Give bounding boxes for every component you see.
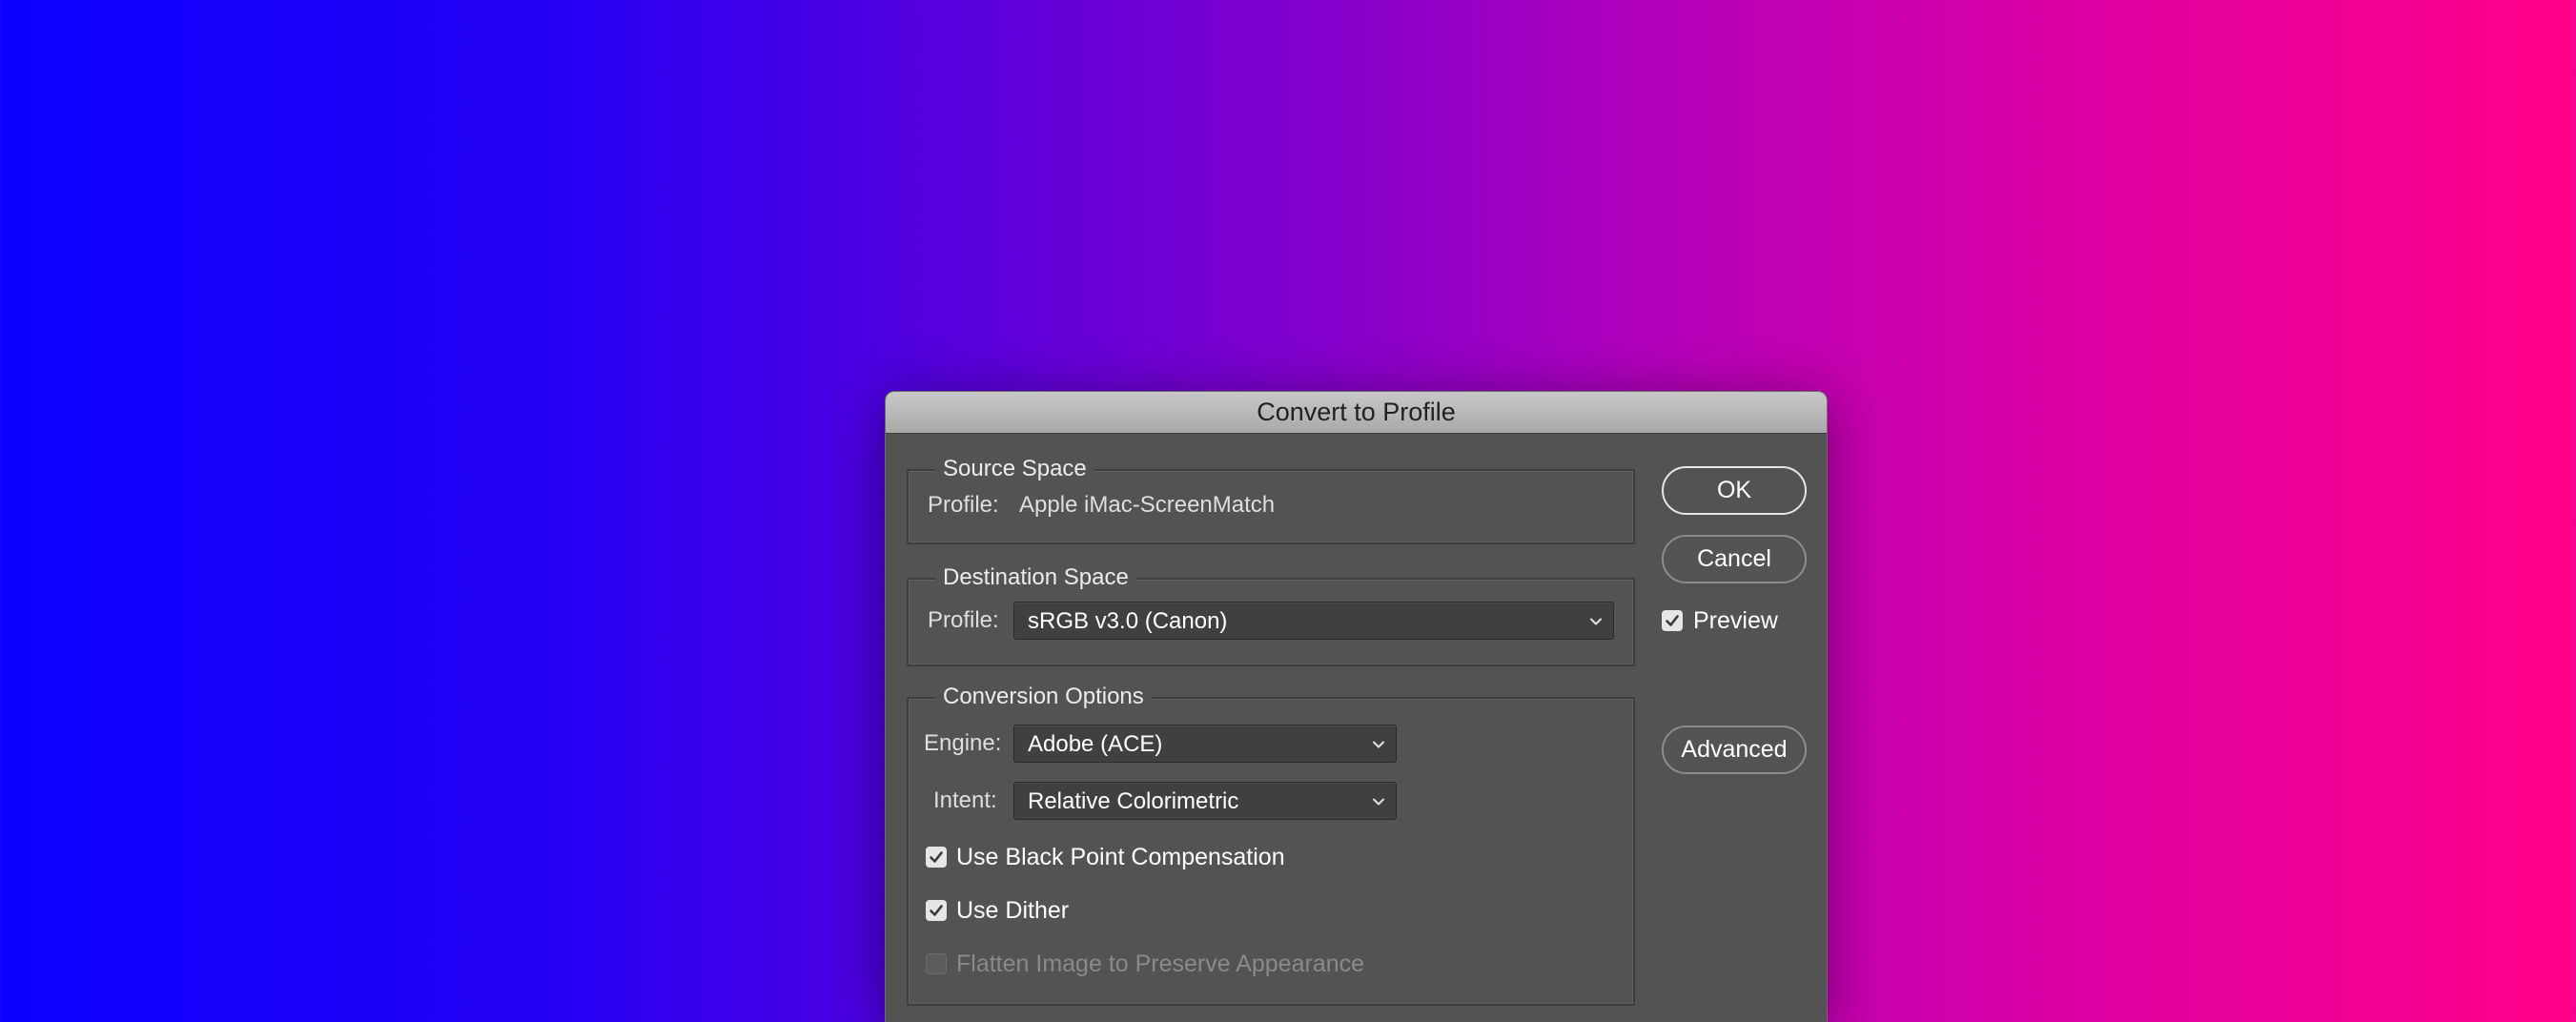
- dialog-title: Convert to Profile: [886, 392, 1827, 434]
- engine-selected: Adobe (ACE): [1028, 731, 1163, 757]
- cancel-button[interactable]: Cancel: [1662, 535, 1807, 583]
- dither-label[interactable]: Use Dither: [956, 894, 1069, 927]
- destination-profile-select[interactable]: sRGB v3.0 (Canon): [1013, 602, 1614, 640]
- engine-label: Engine:: [924, 730, 1002, 756]
- checkmark-icon: [930, 851, 943, 863]
- ok-button[interactable]: OK: [1662, 466, 1807, 515]
- black-point-checkbox[interactable]: [926, 847, 947, 868]
- destination-space-group: Destination Space Profile: sRGB v3.0 (Ca…: [907, 562, 1635, 666]
- source-profile-value: Apple iMac-ScreenMatch: [1019, 492, 1276, 518]
- destination-profile-selected: sRGB v3.0 (Canon): [1028, 608, 1228, 634]
- conversion-options-group: Conversion Options Engine: Adobe (ACE) I…: [907, 681, 1635, 1006]
- flatten-checkbox: [926, 953, 947, 974]
- intent-label: Intent:: [933, 787, 997, 813]
- flatten-label: Flatten Image to Preserve Appearance: [956, 950, 1365, 977]
- intent-selected: Relative Colorimetric: [1028, 788, 1239, 814]
- destination-profile-label: Profile:: [928, 607, 999, 633]
- preview-label[interactable]: Preview: [1693, 604, 1778, 637]
- black-point-label[interactable]: Use Black Point Compensation: [956, 841, 1285, 873]
- dither-checkbox[interactable]: [926, 900, 947, 921]
- checkmark-icon: [930, 905, 943, 916]
- conversion-options-title: Conversion Options: [935, 681, 1152, 713]
- preview-checkbox[interactable]: [1662, 610, 1683, 631]
- checkmark-icon: [1666, 615, 1679, 626]
- chevron-down-icon: [1373, 741, 1384, 748]
- intent-select[interactable]: Relative Colorimetric: [1013, 782, 1397, 820]
- engine-select[interactable]: Adobe (ACE): [1013, 725, 1397, 763]
- convert-to-profile-dialog: Convert to Profile Source Space Profile:…: [885, 391, 1828, 1022]
- source-space-title: Source Space: [935, 453, 1094, 485]
- chevron-down-icon: [1373, 798, 1384, 806]
- source-profile-label: Profile:: [928, 492, 999, 518]
- advanced-button[interactable]: Advanced: [1662, 726, 1807, 774]
- chevron-down-icon: [1590, 618, 1602, 625]
- source-space-group: Source Space Profile: Apple iMac-ScreenM…: [907, 453, 1635, 544]
- destination-space-title: Destination Space: [935, 562, 1136, 594]
